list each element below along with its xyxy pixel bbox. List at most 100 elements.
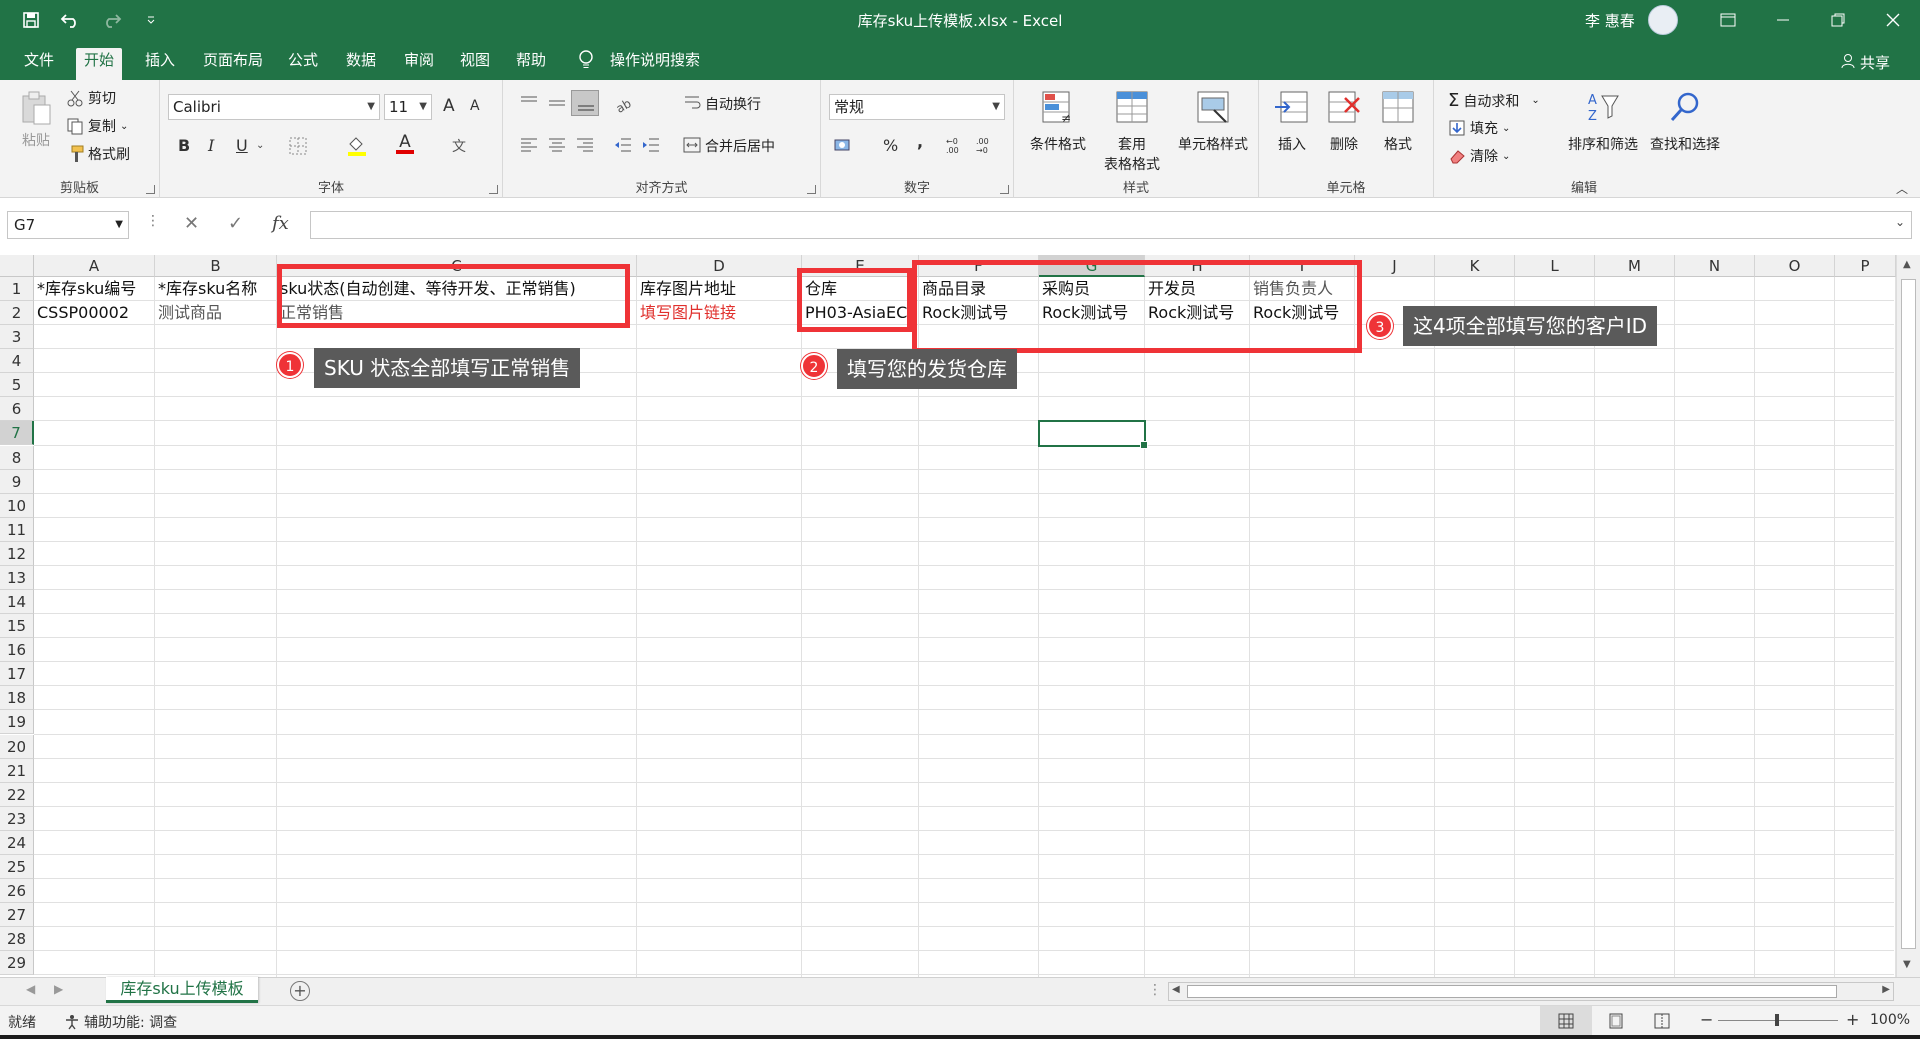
zoom-in-icon[interactable]: + [1846, 1010, 1859, 1029]
name-box[interactable]: G7 ▼ [7, 211, 129, 239]
sort-filter-button[interactable]: AZ 排序和筛选 [1562, 90, 1644, 154]
font-launcher-icon[interactable] [489, 185, 498, 194]
increase-indent-icon[interactable] [641, 136, 661, 154]
decrease-indent-icon[interactable] [613, 136, 633, 154]
tab-view[interactable]: 视图 [452, 48, 498, 80]
tab-file[interactable]: 文件 [16, 48, 62, 80]
share-button[interactable]: 共享 [1860, 52, 1890, 73]
merge-center-button[interactable]: 合并后居中 [705, 136, 775, 156]
borders-icon[interactable] [288, 136, 308, 160]
row-header-15[interactable]: 15 [0, 614, 34, 639]
user-name[interactable]: 李 惠春 [1585, 10, 1635, 31]
tab-help[interactable]: 帮助 [508, 48, 554, 80]
number-format-combo[interactable]: 常规 ▼ [829, 94, 1005, 120]
row-header-16[interactable]: 16 [0, 638, 34, 663]
row-header-1[interactable]: 1 [0, 277, 34, 301]
formula-input[interactable]: ⌄ [310, 211, 1912, 239]
align-right-icon[interactable] [575, 136, 595, 154]
tab-splitter-icon[interactable]: ⋮ [1148, 982, 1162, 998]
cell-b1[interactable]: *库存sku名称 [155, 277, 277, 301]
row-header-2[interactable]: 2 [0, 301, 34, 326]
confirm-entry-icon[interactable]: ✓ [228, 213, 243, 234]
row-header-9[interactable]: 9 [0, 469, 34, 494]
copy-button[interactable]: 复制 ⌄ [66, 116, 128, 136]
zoom-level[interactable]: 100% [1870, 1012, 1910, 1028]
zoom-slider-thumb[interactable] [1775, 1014, 1779, 1026]
tab-page-layout[interactable]: 页面布局 [195, 48, 271, 80]
column-header-l[interactable]: L [1515, 255, 1595, 277]
accounting-format-icon[interactable] [833, 136, 855, 156]
zoom-out-icon[interactable]: − [1700, 1010, 1713, 1029]
wrap-text-button[interactable]: 自动换行 [705, 94, 761, 114]
align-top-icon[interactable] [519, 94, 539, 112]
vertical-scroll-thumb[interactable] [1901, 279, 1916, 949]
find-select-button[interactable]: 查找和选择 [1644, 90, 1726, 154]
insert-cells-button[interactable]: 插入 [1265, 90, 1319, 154]
column-header-b[interactable]: B [155, 255, 277, 277]
accessibility-checker[interactable]: 辅助功能: 调查 [64, 1012, 177, 1032]
active-cell-selection[interactable] [1038, 420, 1148, 449]
avatar[interactable] [1648, 5, 1678, 35]
row-header-8[interactable]: 8 [0, 445, 34, 470]
clear-button[interactable]: 清除 ⌄ [1448, 146, 1510, 166]
row-header-25[interactable]: 25 [0, 854, 34, 879]
row-header-24[interactable]: 24 [0, 830, 34, 855]
row-header-11[interactable]: 11 [0, 517, 34, 542]
row-header-21[interactable]: 21 [0, 758, 34, 783]
align-center-icon[interactable] [547, 136, 567, 154]
page-break-view-icon[interactable] [1654, 1013, 1670, 1029]
format-painter-button[interactable]: 格式刷 [66, 144, 130, 164]
row-header-3[interactable]: 3 [0, 325, 34, 350]
row-header-22[interactable]: 22 [0, 782, 34, 807]
row-header-20[interactable]: 20 [0, 734, 34, 759]
cut-button[interactable]: 剪切 [66, 88, 116, 108]
ribbon-display-icon[interactable] [1700, 0, 1755, 40]
bold-button[interactable]: B [178, 136, 190, 155]
fill-button[interactable]: 填充 ⌄ [1448, 118, 1510, 138]
column-header-m[interactable]: M [1595, 255, 1675, 277]
row-header-4[interactable]: 4 [0, 349, 34, 374]
minimize-icon[interactable] [1755, 0, 1810, 40]
font-name-combo[interactable]: Calibri ▼ [168, 94, 380, 120]
cell-b2[interactable]: 测试商品 [155, 301, 277, 325]
column-header-k[interactable]: K [1435, 255, 1515, 277]
tab-insert[interactable]: 插入 [137, 48, 183, 80]
font-size-combo[interactable]: 11 ▼ [384, 94, 432, 120]
row-header-17[interactable]: 17 [0, 662, 34, 687]
restore-icon[interactable] [1810, 0, 1865, 40]
conditional-format-button[interactable]: ≠ 条件格式 [1022, 90, 1094, 154]
italic-button[interactable]: I [208, 136, 214, 155]
prev-sheet-icon[interactable]: ◀ [26, 982, 35, 996]
underline-dropdown-icon[interactable]: ⌄ [256, 140, 264, 151]
normal-view-button[interactable] [1540, 1006, 1592, 1036]
row-header-14[interactable]: 14 [0, 590, 34, 615]
row-header-12[interactable]: 12 [0, 541, 34, 566]
row-header-13[interactable]: 13 [0, 565, 34, 590]
column-header-j[interactable]: J [1355, 255, 1435, 277]
horizontal-scroll-thumb[interactable] [1187, 985, 1837, 998]
align-left-icon[interactable] [519, 136, 539, 154]
shrink-font-button[interactable]: A [470, 98, 480, 114]
row-header-7[interactable]: 7 [0, 421, 34, 446]
tell-me-search[interactable]: 操作说明搜索 [602, 48, 708, 80]
column-header-n[interactable]: N [1675, 255, 1755, 277]
tab-home[interactable]: 开始 [76, 48, 123, 80]
row-header-23[interactable]: 23 [0, 806, 34, 831]
select-all-corner[interactable] [0, 255, 34, 277]
alignment-launcher-icon[interactable] [807, 185, 816, 194]
cancel-entry-icon[interactable]: ✕ [184, 213, 199, 234]
cell-styles-button[interactable]: 单元格样式 [1170, 90, 1256, 154]
fill-color-icon[interactable] [346, 134, 368, 160]
close-icon[interactable] [1865, 0, 1920, 40]
font-color-button[interactable]: A [396, 132, 414, 154]
underline-button[interactable]: U [236, 136, 248, 155]
decrease-decimal-icon[interactable]: .00→0 [975, 136, 997, 156]
worksheet-grid[interactable]: ▲ ▼ A B C D E F G H I J K L M N O P 1 2 3 4 5 6 7 8 9 10 11 12 13 14 1… [0, 255, 1920, 977]
cell-a1[interactable]: *库存sku编号 [34, 277, 155, 301]
page-layout-view-icon[interactable] [1608, 1013, 1624, 1029]
row-header-29[interactable]: 29 [0, 951, 34, 976]
align-bottom-button[interactable] [571, 90, 599, 116]
delete-cells-button[interactable]: 删除 [1317, 90, 1371, 154]
percent-button[interactable]: % [883, 136, 898, 155]
grow-font-button[interactable]: A [443, 96, 455, 116]
